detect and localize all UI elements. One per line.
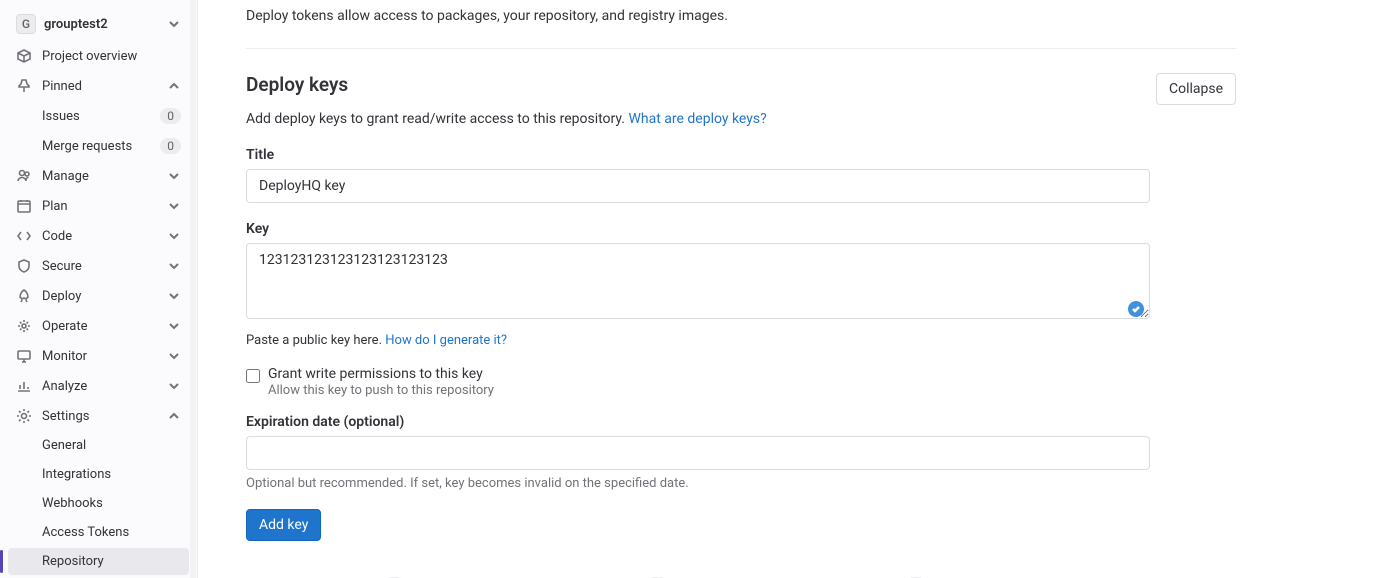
chevron-down-icon bbox=[167, 229, 181, 243]
sidebar-item-pinned[interactable]: Pinned bbox=[8, 72, 189, 100]
paste-hint: Paste a public key here. How do I genera… bbox=[246, 333, 1150, 348]
chevron-down-icon bbox=[167, 17, 181, 31]
sidebar-item-label: Repository bbox=[42, 554, 181, 569]
chart-icon bbox=[16, 378, 32, 394]
monitor-icon bbox=[16, 348, 32, 364]
sidebar-item-webhooks[interactable]: Webhooks bbox=[8, 490, 189, 517]
project-switcher[interactable]: G grouptest2 bbox=[8, 8, 189, 40]
deploy-keys-tabs: Enabled deploy keys 2 Privately accessib… bbox=[246, 565, 1150, 578]
add-key-button[interactable]: Add key bbox=[246, 509, 321, 541]
sidebar-item-label: Secure bbox=[42, 259, 157, 274]
key-label: Key bbox=[246, 221, 1150, 237]
main-content: Deploy tokens allow access to packages, … bbox=[198, 0, 1400, 578]
section-header: Deploy keys Collapse bbox=[246, 73, 1236, 105]
expiration-hint: Optional but recommended. If set, key be… bbox=[246, 476, 1150, 491]
sidebar-item-label: Operate bbox=[42, 319, 157, 334]
cube-icon bbox=[16, 48, 32, 64]
desc-text: Add deploy keys to grant read/write acce… bbox=[246, 111, 625, 127]
write-permissions-group: Grant write permissions to this key Allo… bbox=[246, 366, 1236, 398]
expiration-input[interactable] bbox=[246, 436, 1150, 470]
write-permissions-label: Grant write permissions to this key bbox=[268, 366, 494, 382]
shield-icon bbox=[16, 258, 32, 274]
tab-privately-accessible[interactable]: Privately accessible deploy keys 1 bbox=[435, 565, 671, 578]
sidebar-item-merge-requests[interactable]: Merge requests 0 bbox=[8, 132, 189, 160]
section-description: Add deploy keys to grant read/write acce… bbox=[246, 111, 1236, 127]
tab-enabled-deploy-keys[interactable]: Enabled deploy keys 2 bbox=[246, 565, 407, 578]
sidebar-item-label: Manage bbox=[42, 169, 157, 184]
chevron-down-icon bbox=[167, 199, 181, 213]
chevron-down-icon bbox=[167, 379, 181, 393]
sidebar-item-label: Code bbox=[42, 229, 157, 244]
sidebar-item-integrations[interactable]: Integrations bbox=[8, 461, 189, 488]
chevron-down-icon bbox=[167, 289, 181, 303]
sidebar-item-manage[interactable]: Manage bbox=[8, 162, 189, 190]
sidebar-item-project-overview[interactable]: Project overview bbox=[8, 42, 189, 70]
sidebar-item-operate[interactable]: Operate bbox=[8, 312, 189, 340]
sidebar-item-label: Monitor bbox=[42, 349, 157, 364]
sidebar-item-label: Integrations bbox=[42, 467, 181, 482]
sidebar-item-deploy[interactable]: Deploy bbox=[8, 282, 189, 310]
write-permissions-checkbox[interactable] bbox=[246, 369, 260, 383]
sidebar-item-label: Deploy bbox=[42, 289, 157, 304]
settings-icon bbox=[16, 408, 32, 424]
chevron-down-icon bbox=[167, 259, 181, 273]
how-do-i-generate-link[interactable]: How do I generate it? bbox=[385, 333, 507, 348]
expiration-label: Expiration date (optional) bbox=[246, 414, 1150, 430]
title-input[interactable] bbox=[246, 169, 1150, 203]
expiration-field-group: Expiration date (optional) Optional but … bbox=[246, 414, 1150, 491]
section-title: Deploy keys bbox=[246, 73, 348, 96]
sidebar-item-general[interactable]: General bbox=[8, 432, 189, 459]
chevron-down-icon bbox=[167, 319, 181, 333]
sidebar-item-code[interactable]: Code bbox=[8, 222, 189, 250]
sidebar-item-monitor[interactable]: Monitor bbox=[8, 342, 189, 370]
title-field-group: Title bbox=[246, 147, 1150, 203]
key-textarea[interactable] bbox=[246, 243, 1150, 319]
sidebar: G grouptest2 Project overview Pinned Iss… bbox=[0, 0, 198, 578]
rocket-icon bbox=[16, 288, 32, 304]
sidebar-item-label: Issues bbox=[42, 109, 150, 124]
count-badge: 0 bbox=[160, 108, 181, 124]
sidebar-item-label: Project overview bbox=[42, 49, 181, 64]
sidebar-item-label: Plan bbox=[42, 199, 157, 214]
people-icon bbox=[16, 168, 32, 184]
project-avatar: G bbox=[16, 14, 36, 34]
paste-hint-text: Paste a public key here. bbox=[246, 333, 382, 348]
calendar-icon bbox=[16, 198, 32, 214]
gear-icon bbox=[16, 318, 32, 334]
sidebar-item-label: General bbox=[42, 438, 181, 453]
write-permissions-sublabel: Allow this key to push to this repositor… bbox=[268, 383, 494, 398]
sidebar-item-label: Analyze bbox=[42, 379, 157, 394]
sidebar-item-analyze[interactable]: Analyze bbox=[8, 372, 189, 400]
collapse-button[interactable]: Collapse bbox=[1156, 73, 1236, 105]
chevron-down-icon bbox=[167, 349, 181, 363]
check-icon bbox=[1128, 301, 1144, 317]
sidebar-item-plan[interactable]: Plan bbox=[8, 192, 189, 220]
count-badge: 0 bbox=[160, 138, 181, 154]
sidebar-item-label: Access Tokens bbox=[42, 525, 181, 540]
sidebar-item-access-tokens[interactable]: Access Tokens bbox=[8, 519, 189, 546]
divider bbox=[246, 48, 1236, 49]
title-label: Title bbox=[246, 147, 1150, 163]
sidebar-item-label: Webhooks bbox=[42, 496, 181, 511]
chevron-down-icon bbox=[167, 169, 181, 183]
pin-icon bbox=[16, 78, 32, 94]
chevron-up-icon bbox=[167, 409, 181, 423]
sidebar-scrollbar[interactable] bbox=[190, 0, 196, 578]
sidebar-item-label: Pinned bbox=[42, 79, 157, 94]
sidebar-item-label: Merge requests bbox=[42, 139, 150, 154]
key-field-group: Key Paste a public key here. How do I ge… bbox=[246, 221, 1150, 348]
what-are-deploy-keys-link[interactable]: What are deploy keys? bbox=[628, 111, 766, 127]
sidebar-item-settings[interactable]: Settings bbox=[8, 402, 189, 430]
tab-publicly-accessible[interactable]: Publicly accessible deploy keys 0 bbox=[698, 565, 928, 578]
deploy-tokens-notice: Deploy tokens allow access to packages, … bbox=[246, 0, 1236, 40]
chevron-up-icon bbox=[167, 79, 181, 93]
sidebar-item-issues[interactable]: Issues 0 bbox=[8, 102, 189, 130]
project-name: grouptest2 bbox=[44, 17, 159, 32]
code-icon bbox=[16, 228, 32, 244]
sidebar-item-secure[interactable]: Secure bbox=[8, 252, 189, 280]
sidebar-item-repository[interactable]: Repository bbox=[8, 548, 189, 575]
sidebar-item-label: Settings bbox=[42, 409, 157, 424]
